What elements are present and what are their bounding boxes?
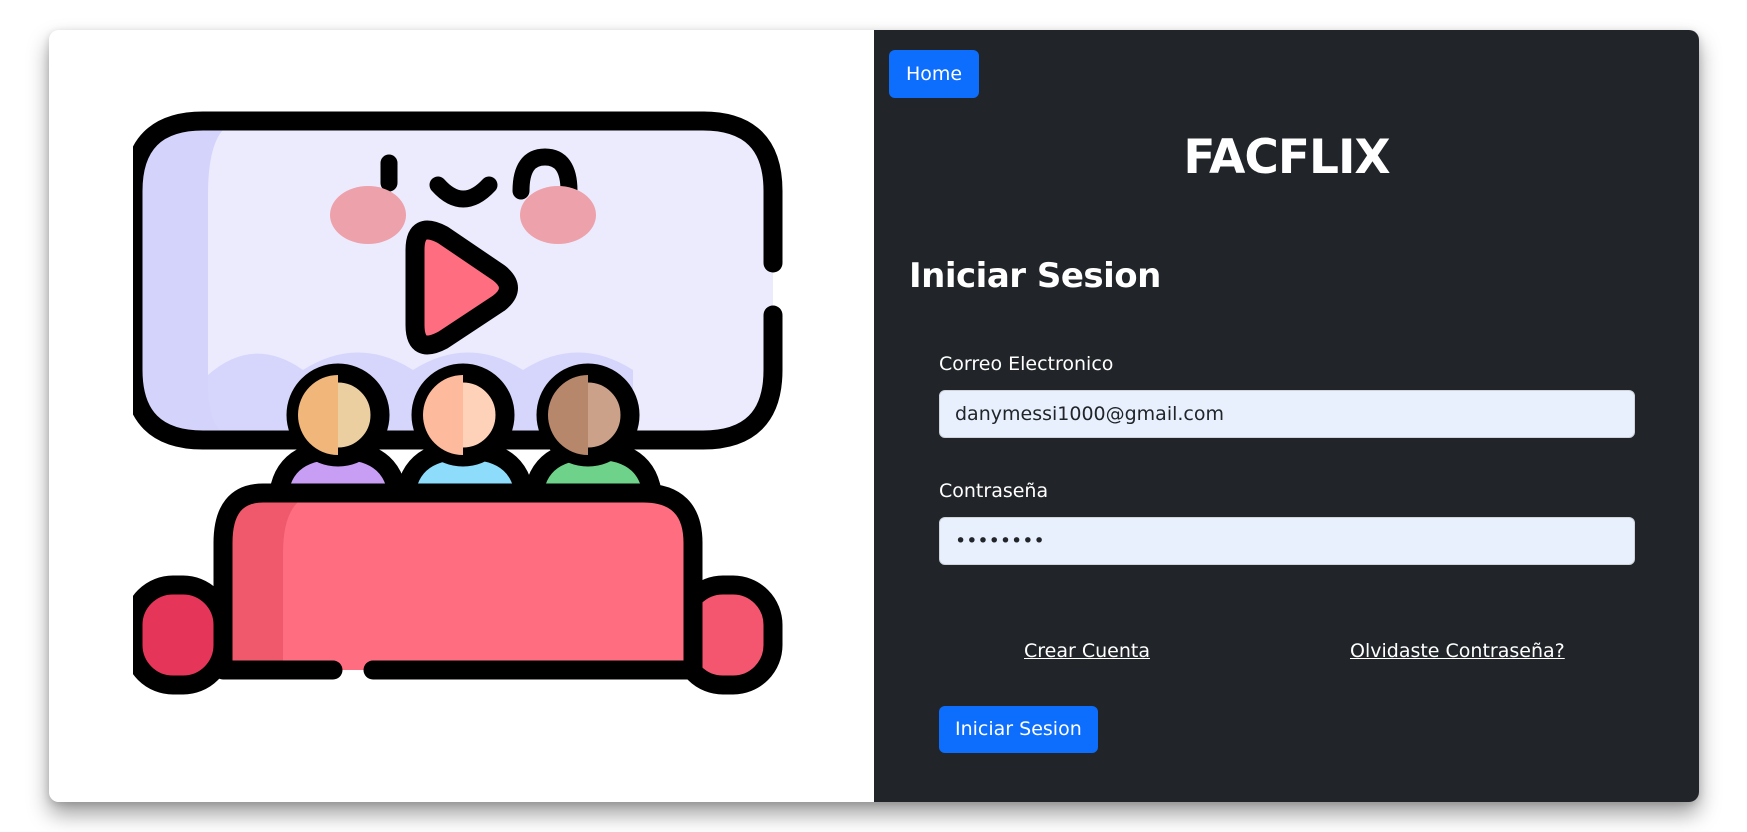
password-field[interactable] xyxy=(939,517,1635,565)
login-panel: Home FACFLIX Iniciar Sesion Correo Elect… xyxy=(874,30,1699,802)
forgot-password-link[interactable]: Olvidaste Contraseña? xyxy=(1350,640,1565,662)
login-card: Home FACFLIX Iniciar Sesion Correo Elect… xyxy=(49,30,1699,802)
cinema-audience-icon xyxy=(133,111,783,695)
login-heading: Iniciar Sesion xyxy=(909,256,1161,296)
email-label: Correo Electronico xyxy=(939,353,1114,375)
login-submit-button[interactable]: Iniciar Sesion xyxy=(939,706,1098,753)
brand-title: FACFLIX xyxy=(1183,130,1390,185)
password-label: Contraseña xyxy=(939,480,1049,502)
cinema-seat xyxy=(213,483,703,680)
create-account-link[interactable]: Crear Cuenta xyxy=(1024,640,1150,662)
home-button[interactable]: Home xyxy=(889,50,980,98)
email-field[interactable] xyxy=(939,390,1635,438)
illustration-panel xyxy=(49,30,874,802)
